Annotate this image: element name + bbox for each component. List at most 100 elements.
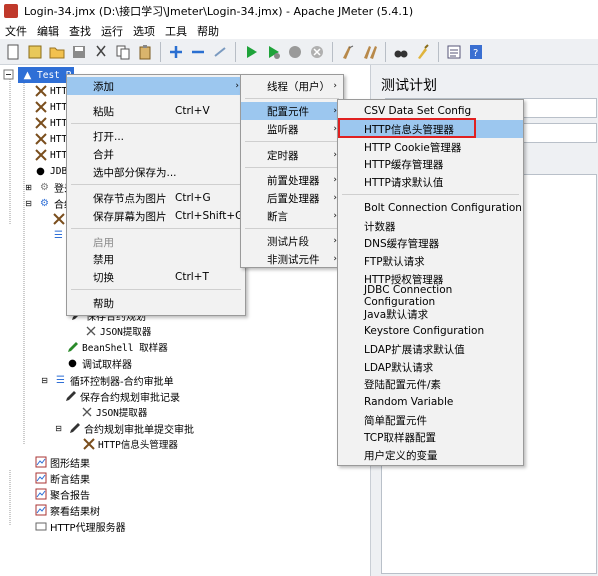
collapse-toggle-icon[interactable]: ⊟ xyxy=(22,197,35,210)
clear-icon[interactable] xyxy=(338,42,358,62)
paste-icon[interactable] xyxy=(135,42,155,62)
copy-icon[interactable] xyxy=(113,42,133,62)
submenu-item-pre-processor[interactable]: 前置处理器 › xyxy=(241,171,343,189)
test-plan-icon: ▲ xyxy=(23,69,32,81)
pen-icon xyxy=(66,341,79,354)
submenu-item-timer[interactable]: 定时器 › xyxy=(241,146,343,164)
reset-search-icon[interactable] xyxy=(413,42,433,62)
config-element-submenu: CSV Data Set Config HTTP信息头管理器 HTTP Cook… xyxy=(337,99,524,466)
tree-item-graph-results[interactable]: 图形结果 xyxy=(34,454,90,470)
menu-item-help[interactable]: 帮助 xyxy=(67,294,245,312)
expand-toggle-icon[interactable]: ⊞ xyxy=(22,181,35,194)
templates-icon[interactable] xyxy=(25,42,45,62)
menu-help[interactable]: 帮助 xyxy=(192,23,224,39)
tree-item-debug-sampler[interactable]: ● 调试取样器 xyxy=(66,355,132,371)
submenu-item-assertion[interactable]: 断言 › xyxy=(241,207,343,225)
config-item-dns-cache-manager[interactable]: DNS缓存管理器 xyxy=(338,234,523,252)
submenu-item-non-test-element[interactable]: 非测试元件 › xyxy=(241,250,343,268)
tree-item-view-results-tree[interactable]: 察看结果树 xyxy=(34,502,100,518)
menu-search[interactable]: 查找 xyxy=(64,23,96,39)
submenu-item-config-element[interactable]: 配置元件 › xyxy=(241,102,343,120)
menu-separator xyxy=(245,141,339,142)
menu-item-save-screen-as-image[interactable]: 保存屏幕为图片 Ctrl+Shift+G xyxy=(67,207,245,225)
tree-item-assertion-results[interactable]: 断言结果 xyxy=(34,470,90,486)
config-item-ldap-extended-defaults[interactable]: LDAP扩展请求默认值 xyxy=(338,340,523,358)
config-item-java-request-defaults[interactable]: Java默认请求 xyxy=(338,305,523,323)
menu-edit[interactable]: 编辑 xyxy=(32,23,64,39)
tree-item-save-approval-record[interactable]: 保存合约规划审批记录 xyxy=(64,388,180,404)
tools-icon xyxy=(34,149,47,162)
config-item-http-request-defaults[interactable]: HTTP请求默认值 xyxy=(338,173,523,191)
shutdown-icon[interactable] xyxy=(307,42,327,62)
loop-icon: ☰ xyxy=(56,374,65,386)
add-submenu: 线程（用户） › 配置元件 › 监听器 › 定时器 › 前置处理器 › 后置处理… xyxy=(240,74,344,268)
toolbar-separator xyxy=(332,41,333,62)
config-item-keystore[interactable]: Keystore Configuration xyxy=(338,322,523,340)
collapse-icon[interactable] xyxy=(188,42,208,62)
submenu-item-threads[interactable]: 线程（用户） › xyxy=(241,77,343,95)
menu-item-enable[interactable]: 启用 xyxy=(67,233,245,251)
title-bar: Login-34.jmx (D:\接口学习\Jmeter\Login-34.jm… xyxy=(0,0,598,22)
tree-item-json-extractor-2[interactable]: JSON提取器 xyxy=(80,404,147,420)
save-icon[interactable] xyxy=(69,42,89,62)
config-item-http-cache-manager[interactable]: HTTP缓存管理器 xyxy=(338,155,523,173)
menu-item-disable[interactable]: 禁用 xyxy=(67,250,245,268)
menu-tools[interactable]: 工具 xyxy=(160,23,192,39)
menu-item-save-node-as-image[interactable]: 保存节点为图片 Ctrl+G xyxy=(67,189,245,207)
stop-icon[interactable] xyxy=(285,42,305,62)
collapse-toggle-icon[interactable]: ⊟ xyxy=(38,374,51,387)
toolbar: ? xyxy=(0,39,598,65)
config-item-ftp-request-defaults[interactable]: FTP默认请求 xyxy=(338,252,523,270)
search-icon[interactable] xyxy=(391,42,411,62)
tools-icon xyxy=(82,438,95,451)
submenu-item-listener[interactable]: 监听器 › xyxy=(241,120,343,138)
config-item-bolt-connection[interactable]: Bolt Connection Configuration xyxy=(338,199,523,217)
tree-item-loop-controller[interactable]: ⊟ ☰ 循环控制器-合约审批单 xyxy=(38,372,173,388)
start-icon[interactable] xyxy=(241,42,261,62)
menu-file[interactable]: 文件 xyxy=(0,23,32,39)
menu-item-open[interactable]: 打开... xyxy=(67,127,245,145)
context-menu: 添加 › 粘贴 Ctrl+V 打开... 合并 选中部分保存为... 保存节点为… xyxy=(66,74,246,316)
menu-item-save-selection-as[interactable]: 选中部分保存为... xyxy=(67,163,245,181)
config-item-counter[interactable]: 计数器 xyxy=(338,217,523,235)
tree-item-http-header-manager[interactable]: HTTP信息头管理器 xyxy=(82,436,178,452)
graph-icon xyxy=(34,456,47,469)
menu-options[interactable]: 选项 xyxy=(128,23,160,39)
config-item-user-defined-variables[interactable]: 用户定义的变量 xyxy=(338,446,523,464)
config-item-simple-config[interactable]: 简单配置元件 xyxy=(338,411,523,429)
menu-separator xyxy=(245,167,339,168)
submenu-item-test-fragment[interactable]: 测试片段 › xyxy=(241,232,343,250)
help-icon[interactable]: ? xyxy=(466,42,486,62)
toggle-icon[interactable] xyxy=(210,42,230,62)
config-item-http-cookie-manager[interactable]: HTTP Cookie管理器 xyxy=(338,138,523,156)
tree-item-beanshell-sampler[interactable]: BeanShell 取样器 xyxy=(66,339,168,355)
window-title: Login-34.jmx (D:\接口学习\Jmeter\Login-34.jm… xyxy=(24,5,414,18)
cut-icon[interactable] xyxy=(91,42,111,62)
menu-item-paste[interactable]: 粘贴 Ctrl+V xyxy=(67,102,245,120)
tree-item-aggregate-report[interactable]: 聚合报告 xyxy=(34,486,90,502)
function-helper-icon[interactable] xyxy=(444,42,464,62)
menu-run[interactable]: 运行 xyxy=(96,23,128,39)
config-item-login-config[interactable]: 登陆配置元件/素 xyxy=(338,375,523,393)
menu-item-toggle[interactable]: 切换 Ctrl+T xyxy=(67,268,245,286)
expand-icon[interactable] xyxy=(166,42,186,62)
tree-item-json-extractor-1[interactable]: JSON提取器 xyxy=(84,323,151,339)
clear-all-icon[interactable] xyxy=(360,42,380,62)
highlight-annotation xyxy=(338,118,476,138)
start-no-pause-icon[interactable] xyxy=(263,42,283,62)
collapse-toggle-icon[interactable]: ⊟ xyxy=(52,422,65,435)
tree-item-submit-approval[interactable]: ⊟ 合约规划审批单提交审批 xyxy=(52,420,194,436)
menu-bar: 文件 编辑 查找 运行 选项 工具 帮助 xyxy=(0,22,598,39)
submenu-item-post-processor[interactable]: 后置处理器 › xyxy=(241,189,343,207)
tree-item-http-proxy-server[interactable]: HTTP代理服务器 xyxy=(34,518,126,534)
menu-item-merge[interactable]: 合并 xyxy=(67,145,245,163)
config-item-jdbc-connection[interactable]: JDBC Connection Configuration xyxy=(338,284,523,308)
config-item-tcp-sampler-config[interactable]: TCP取样器配置 xyxy=(338,428,523,446)
tools-icon xyxy=(34,117,47,130)
new-icon[interactable] xyxy=(3,42,23,62)
config-item-ldap-request-defaults[interactable]: LDAP默认请求 xyxy=(338,358,523,376)
extractor-icon xyxy=(80,406,93,419)
config-item-random-variable[interactable]: Random Variable xyxy=(338,393,523,411)
open-icon[interactable] xyxy=(47,42,67,62)
menu-item-add[interactable]: 添加 › xyxy=(67,77,245,95)
